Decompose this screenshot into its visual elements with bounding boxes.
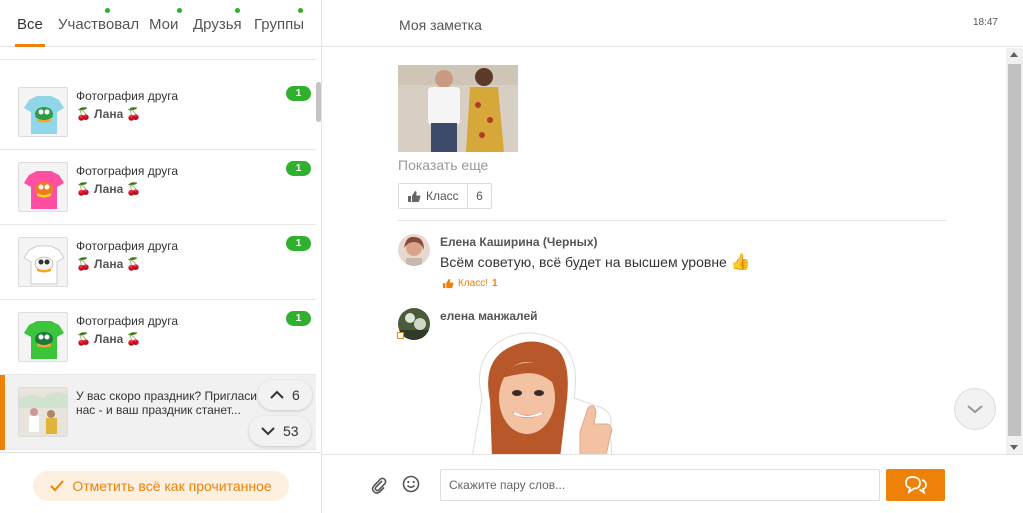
chevron-down-icon (967, 405, 983, 414)
cherry-icon: 🍒 (126, 332, 142, 346)
cherry-icon: 🍒 (126, 182, 142, 196)
cherry-icon: 🍒 (76, 182, 91, 196)
unread-badge: 1 (286, 161, 311, 176)
tab-groups[interactable]: Группы (254, 16, 304, 33)
list-item-thumbnail (18, 387, 68, 437)
klass-button[interactable]: Класс 6 (398, 183, 492, 209)
cherry-icon: 🍒 (126, 107, 142, 121)
list-item-thumbnail (18, 87, 68, 137)
comment-text: Всём советую, всё будет на высшем уровне… (440, 254, 751, 271)
mark-all-read-button[interactable]: Отметить всё как прочитанное (33, 471, 289, 501)
tab-groups-dot (298, 8, 303, 13)
list-item-author: 🍒 Лана 🍒 (76, 182, 142, 196)
smile-icon[interactable] (402, 475, 420, 493)
comment-like-count: 1 (492, 278, 498, 289)
list-item-author: 🍒 Лана 🍒 (76, 107, 142, 121)
list-item-thumbnail (18, 312, 68, 362)
thumbs-up-icon (408, 190, 421, 202)
unread-badge: 1 (286, 236, 311, 251)
discussion-title[interactable]: Моя заметка (399, 17, 482, 33)
tab-mine[interactable]: Мои (149, 16, 178, 33)
cherry-icon: 🍒 (76, 107, 91, 121)
klass-count: 6 (476, 189, 483, 203)
online-status-icon (397, 332, 404, 339)
thumbs-up-emoji-icon: 👍 (730, 254, 751, 271)
discussion-panel: Моя заметка 18:47 Показать еще Класс 6 Е… (322, 0, 1023, 513)
list-item-preview: У вас скоро праздник? Пригласи нас - и в… (76, 389, 257, 417)
list-footer: Отметить всё как прочитанное (0, 452, 321, 513)
chevron-up-icon (270, 390, 284, 399)
list-item[interactable]: Фотография друга 🍒 Лана 🍒 1 (0, 300, 316, 375)
list-item[interactable]: Фотография друга 🍒 Лана 🍒 1 (0, 225, 316, 300)
list-item-author: 🍒 Лана 🍒 (76, 332, 142, 346)
unread-badge: 1 (286, 311, 311, 326)
tab-participated[interactable]: Участвовал (58, 16, 139, 33)
list-item-title: Фотография друга (76, 164, 179, 178)
divider (398, 220, 946, 221)
note-photo[interactable] (398, 65, 518, 152)
next-unread-button[interactable]: 53 (249, 416, 311, 446)
tab-friends-dot (235, 8, 240, 13)
list-scrollbar[interactable] (316, 82, 321, 122)
scroll-down-arrow-icon[interactable] (1010, 445, 1018, 450)
discussion-time: 18:47 (972, 17, 998, 28)
avatar[interactable] (398, 234, 430, 266)
feed-scrollbar[interactable] (1006, 48, 1023, 454)
cherry-icon: 🍒 (126, 257, 142, 271)
thumbs-up-icon (442, 278, 454, 289)
scroll-to-bottom-button[interactable] (954, 388, 996, 430)
message-input[interactable] (440, 469, 880, 501)
next-unread-count: 53 (283, 423, 299, 439)
message-composer (322, 454, 1023, 513)
tab-all[interactable]: Все (17, 16, 43, 33)
list-item-thumbnail (18, 162, 68, 212)
comment-like-label: Класс! (458, 278, 488, 289)
comment-author[interactable]: елена манжалей (440, 309, 538, 323)
speech-bubbles-icon (904, 476, 927, 495)
comment-like-button[interactable]: Класс! 1 (442, 278, 498, 289)
send-button[interactable] (886, 469, 945, 501)
chevron-down-icon (261, 427, 275, 436)
paperclip-icon[interactable] (370, 476, 388, 494)
tab-mine-dot (177, 8, 182, 13)
klass-label: Класс (426, 189, 459, 203)
list-item-author: 🍒 Лана 🍒 (76, 257, 142, 271)
prev-unread-count: 6 (292, 387, 300, 403)
conversation-list-panel: Все Участвовал Мои Друзья Группы Фотогра… (0, 0, 322, 513)
sticker-image (462, 328, 622, 454)
list-item[interactable]: Фотография друга 🍒 Лана 🍒 1 (0, 75, 316, 150)
list-item-thumbnail (18, 237, 68, 287)
discussion-header: Моя заметка 18:47 (322, 0, 1023, 47)
tab-friends[interactable]: Друзья (193, 16, 242, 33)
list-item[interactable]: Фотография друга 🍒 Лана 🍒 1 (0, 150, 316, 225)
check-icon (50, 480, 65, 492)
tab-participated-dot (105, 8, 110, 13)
filter-tabs: Все Участвовал Мои Друзья Группы (0, 0, 321, 47)
list-item[interactable] (0, 47, 316, 60)
scroll-up-arrow-icon[interactable] (1010, 52, 1018, 57)
list-item-title: Фотография друга (76, 239, 179, 253)
feed-scrollbar-thumb[interactable] (1008, 64, 1021, 436)
mark-all-read-label: Отметить всё как прочитанное (72, 478, 272, 494)
comment-author[interactable]: Елена Каширина (Черных) (440, 235, 597, 249)
cherry-icon: 🍒 (76, 332, 91, 346)
unread-badge: 1 (286, 86, 311, 101)
show-more-link[interactable]: Показать еще (398, 157, 488, 173)
list-item-title: Фотография друга (76, 89, 179, 103)
cherry-icon: 🍒 (76, 257, 91, 271)
list-item-title: Фотография друга (76, 314, 179, 328)
prev-unread-button[interactable]: 6 (258, 380, 312, 410)
message-feed[interactable]: Показать еще Класс 6 Елена Каширина (Чер… (322, 48, 1006, 454)
active-tab-indicator (15, 44, 45, 47)
